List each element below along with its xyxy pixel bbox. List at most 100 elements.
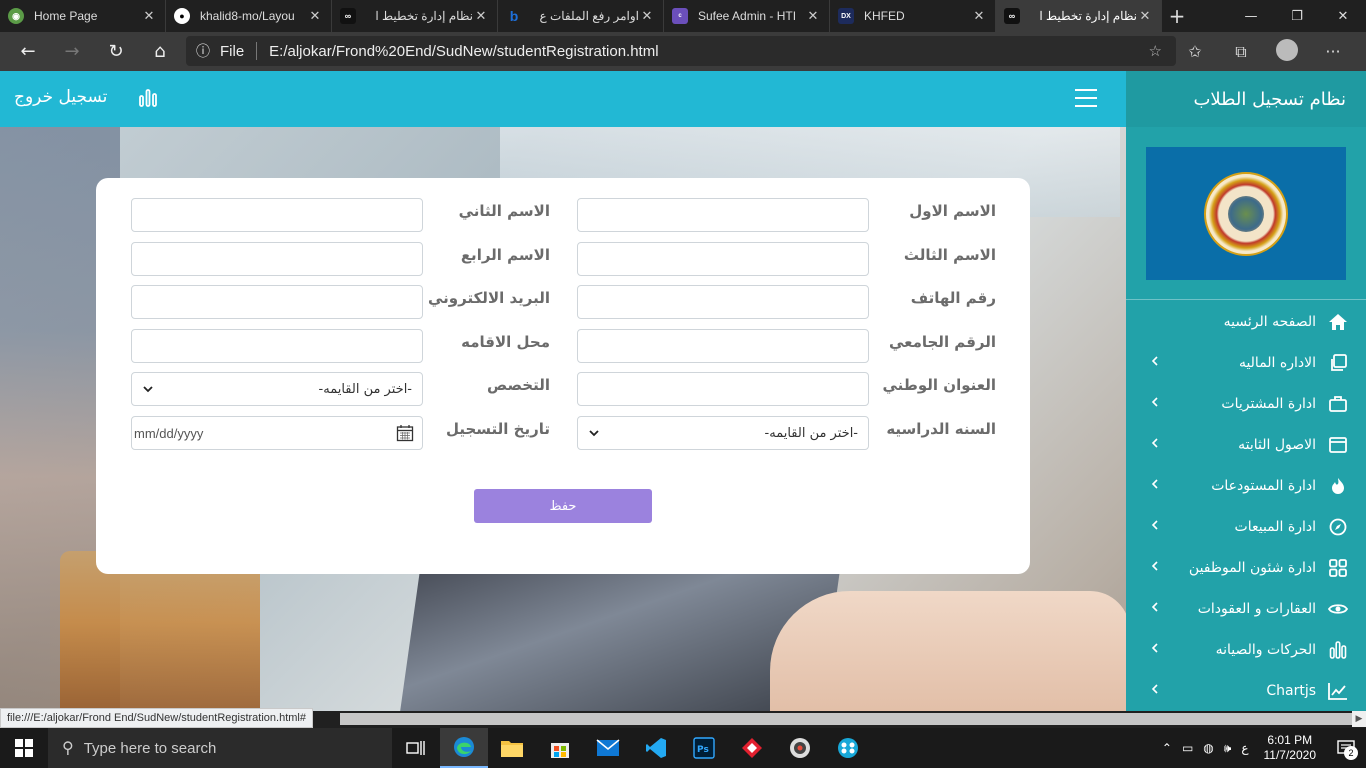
tab-title: اوامر رفع الملفات ع [539, 9, 639, 23]
university-id-field[interactable] [577, 329, 869, 363]
horizontal-scrollbar[interactable] [340, 713, 1352, 725]
clock[interactable]: 6:01 PM 11/7/2020 [1254, 733, 1327, 763]
second-name-field[interactable] [131, 198, 423, 232]
tab-title: Sufee Admin - HTI [698, 9, 797, 23]
sidebar-item-warehouses[interactable]: ادارة المستودعات [1126, 465, 1366, 506]
sidebar-item-real-estate[interactable]: العقارات و العقودات [1126, 588, 1366, 629]
more-icon[interactable]: ··· [1310, 42, 1356, 61]
scroll-right-arrow[interactable]: ▶ [1352, 711, 1366, 727]
calendar-icon[interactable] [396, 424, 414, 442]
network-globe-icon[interactable]: ◍ [1198, 741, 1218, 755]
info-icon[interactable]: ⓘ [186, 41, 220, 61]
logout-button[interactable]: تسجيل خروج [14, 87, 107, 107]
url-field[interactable]: ⓘ File E:/aljokar/Frond%20End/SudNew/stu… [186, 36, 1176, 66]
close-icon[interactable]: ✕ [805, 8, 821, 24]
input-language[interactable]: ع [1236, 741, 1253, 755]
fourth-name-field[interactable] [131, 242, 423, 276]
favorites-icon[interactable]: ✩ [1172, 42, 1218, 61]
tab-khfed[interactable]: DX KHFED ✕ [830, 0, 996, 32]
chevron-left-icon [1151, 479, 1158, 489]
tab-file-upload[interactable]: b اوامر رفع الملفات ع ✕ [498, 0, 664, 32]
battery-icon[interactable]: ▭ [1177, 741, 1198, 755]
menu-toggle-icon[interactable] [1075, 89, 1097, 107]
tab-github[interactable]: ● khalid8-mo/Layou ✕ [166, 0, 332, 32]
sidebar-item-label: الاداره الماليه [1238, 354, 1316, 371]
collections-icon[interactable]: ⧉ [1218, 42, 1264, 62]
second-name-label: الاسم الثاني [458, 202, 550, 220]
notification-icon[interactable]: 2 [1326, 728, 1366, 768]
sidebar-item-chartjs[interactable]: Chartjs [1126, 670, 1366, 711]
back-icon[interactable]: ← [6, 32, 50, 71]
mail-icon[interactable] [584, 728, 632, 768]
divider [1126, 299, 1366, 300]
media-player-icon[interactable] [776, 728, 824, 768]
third-name-label: الاسم الثالث [903, 246, 996, 264]
registration-date-label: تاريخ التسجيل [445, 420, 550, 438]
store-icon[interactable] [536, 728, 584, 768]
minimize-icon[interactable]: — [1228, 0, 1274, 32]
logo [1146, 147, 1346, 280]
sidebar-item-label: ادارة المشتريات [1221, 395, 1316, 412]
vscode-icon[interactable] [632, 728, 680, 768]
sidebar-item-label: العقارات و العقودات [1197, 600, 1316, 617]
dx-icon: DX [838, 8, 854, 24]
globe-icon: ◉ [8, 8, 24, 24]
video-editor-icon[interactable] [824, 728, 872, 768]
sidebar-item-sales[interactable]: ادارة المبيعات [1126, 506, 1366, 547]
forward-icon[interactable]: → [50, 32, 94, 71]
residence-field[interactable] [131, 329, 423, 363]
sidebar-item-employees[interactable]: ادارة شئون الموظفين [1126, 547, 1366, 588]
maximize-icon[interactable]: ❐ [1274, 0, 1320, 32]
bar-chart-icon[interactable] [138, 88, 158, 108]
close-icon[interactable]: ✕ [473, 8, 489, 24]
sidebar-item-purchases[interactable]: ادارة المشتريات [1126, 383, 1366, 424]
close-icon[interactable]: ✕ [1137, 8, 1153, 24]
state-seal-image [1204, 171, 1288, 256]
close-icon[interactable]: ✕ [307, 8, 323, 24]
first-name-field[interactable] [577, 198, 869, 232]
windows-start-icon[interactable] [0, 728, 48, 768]
anydesk-icon[interactable] [728, 728, 776, 768]
chevron-up-icon[interactable]: ⌃ [1157, 741, 1177, 755]
tab-sufee-admin[interactable]: c Sufee Admin - HTI ✕ [664, 0, 830, 32]
tab-planning-system-active[interactable]: ∞ نظام إدارة تخطيط ا ✕ [996, 0, 1162, 32]
home-button-icon[interactable]: ⌂ [138, 32, 182, 71]
close-window-icon[interactable]: ✕ [1320, 0, 1366, 32]
email-field[interactable] [131, 285, 423, 319]
national-address-field[interactable] [577, 372, 869, 406]
new-tab-button[interactable]: + [1162, 0, 1192, 32]
browser-toolbar: ✩ ⧉ ··· [1172, 32, 1356, 71]
home-icon [1326, 312, 1350, 332]
sidebar-item-home[interactable]: الصفحه الرئسيه [1126, 301, 1366, 342]
sidebar-item-finance[interactable]: الاداره الماليه [1126, 342, 1366, 383]
tab-home-page[interactable]: ◉ Home Page ✕ [0, 0, 166, 32]
sidebar-item-maintenance[interactable]: الحركات والصيانه [1126, 629, 1366, 670]
save-button[interactable]: حفظ [474, 489, 652, 523]
close-icon[interactable]: ✕ [971, 8, 987, 24]
eye-icon [1326, 599, 1350, 619]
study-year-select[interactable]: -اختر من القايمه- [577, 416, 869, 450]
registration-form: الاسم الاول الاسم الثاني الاسم الثالث ال… [96, 178, 1030, 574]
tab-planning-system[interactable]: ∞ نظام إدارة تخطيط ا ✕ [332, 0, 498, 32]
close-icon[interactable]: ✕ [141, 8, 157, 24]
edge-icon[interactable] [440, 728, 488, 768]
task-view-icon[interactable] [392, 728, 440, 768]
taskbar-search-input[interactable]: ⚲ Type here to search [48, 728, 392, 768]
profile-icon[interactable] [1264, 38, 1310, 65]
major-label: التخصص [487, 376, 550, 394]
briefcase-icon [1326, 394, 1350, 414]
registration-date-field[interactable]: mm/dd/yyyy [131, 416, 423, 450]
third-name-field[interactable] [577, 242, 869, 276]
refresh-icon[interactable]: ↻ [94, 32, 138, 71]
sidebar-item-label: الصفحه الرئسيه [1223, 313, 1316, 330]
file-explorer-icon[interactable] [488, 728, 536, 768]
chevron-down-icon [143, 386, 153, 393]
star-icon[interactable]: ☆ [1149, 42, 1162, 60]
photoshop-icon[interactable]: Ps [680, 728, 728, 768]
close-icon[interactable]: ✕ [639, 8, 655, 24]
phone-field[interactable] [577, 285, 869, 319]
major-select[interactable]: -اختر من القايمه- [131, 372, 423, 406]
sidebar-item-fixed-assets[interactable]: الاصول الثابته [1126, 424, 1366, 465]
copy-icon [1326, 353, 1350, 373]
volume-icon[interactable]: 🕪 [1219, 741, 1237, 756]
